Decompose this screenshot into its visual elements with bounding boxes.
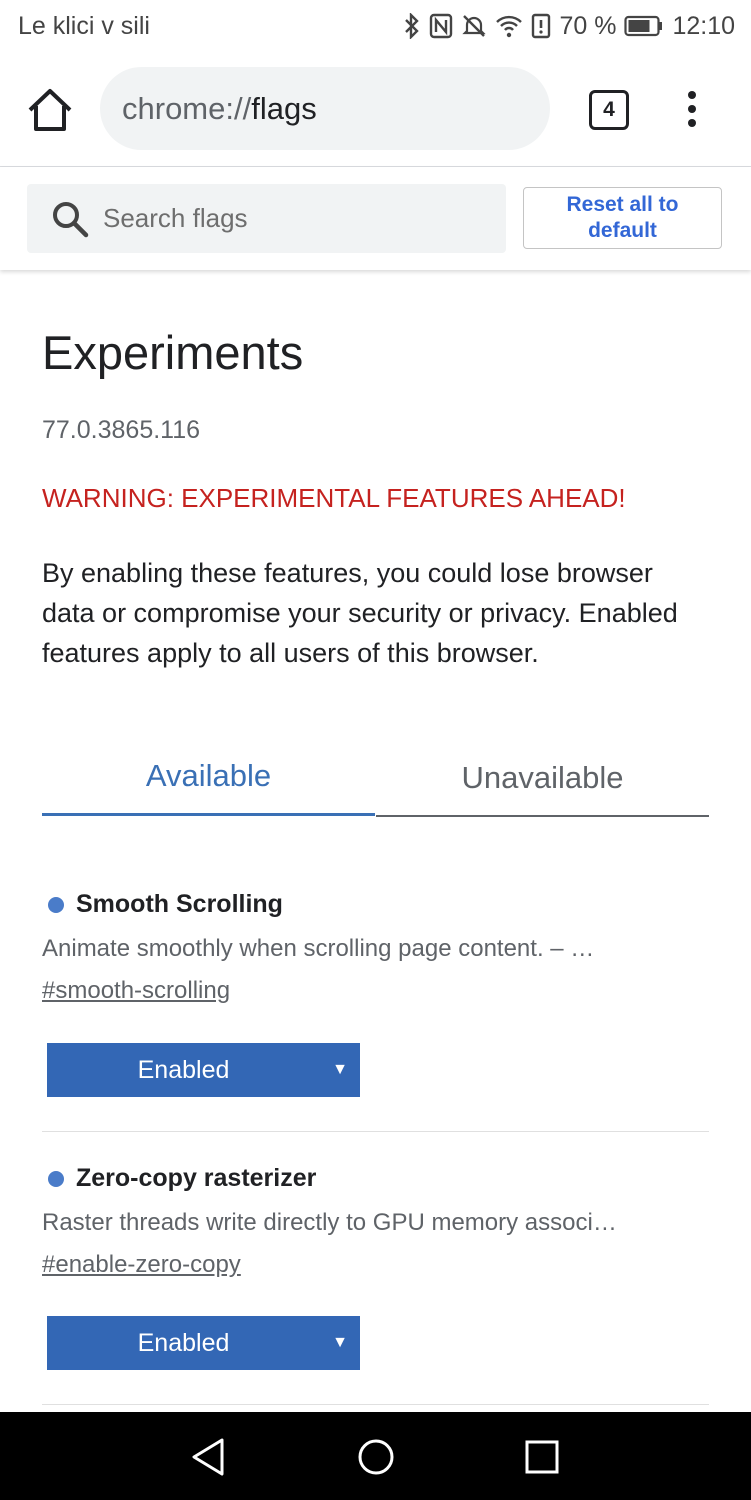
flag-zero-copy-rasterizer: Zero-copy rasterizer Raster threads writ… [42, 1164, 709, 1370]
flag-status-dot [48, 1170, 64, 1187]
home-icon[interactable] [26, 88, 74, 132]
back-icon[interactable] [188, 1436, 230, 1478]
version-label: 77.0.3865.116 [42, 416, 201, 444]
flag-state-select[interactable]: Enabled ▼ [47, 1316, 360, 1370]
bluetooth-icon [405, 13, 420, 39]
system-nav-bar [0, 1412, 751, 1500]
battery-icon [624, 15, 663, 37]
flag-description: Animate smoothly when scrolling page con… [42, 935, 595, 962]
flag-state-value: Enabled [137, 1055, 230, 1084]
nfc-icon [430, 13, 453, 39]
flag-name-row: Zero-copy rasterizer [42, 1164, 709, 1193]
flag-status-dot [48, 896, 64, 913]
flag-name: Zero-copy rasterizer [76, 1164, 317, 1192]
recents-icon[interactable] [521, 1436, 563, 1478]
more-vert-icon[interactable] [680, 89, 704, 129]
status-bar: Le klici v sili 70 % 12:10 [0, 0, 751, 52]
url-path: flags [251, 90, 317, 126]
carrier-label: Le klici v sili [18, 11, 150, 40]
omnibox[interactable]: chrome://flags [100, 67, 550, 150]
flag-smooth-scrolling: Smooth Scrolling Animate smoothly when s… [42, 890, 709, 1097]
flag-state-value: Enabled [137, 1328, 230, 1357]
dropdown-arrow-icon: ▼ [332, 1061, 348, 1078]
dropdown-arrow-icon: ▼ [332, 1334, 348, 1351]
page-title: Experiments [42, 326, 304, 379]
tab-unavailable[interactable]: Unavailable [376, 740, 709, 817]
tab-switcher-button[interactable]: 4 [589, 90, 629, 130]
tab-available[interactable]: Available [42, 738, 375, 816]
alert-icon [532, 13, 551, 39]
flag-anchor-link[interactable]: #enable-zero-copy [42, 1251, 241, 1279]
url-scheme: chrome:// [122, 90, 252, 126]
search-input[interactable] [101, 202, 485, 235]
clock: 12:10 [672, 11, 735, 40]
browser-toolbar: chrome://flags 4 [0, 52, 751, 167]
flag-anchor-link[interactable]: #smooth-scrolling [42, 977, 230, 1005]
tab-bar: Available Unavailable [42, 740, 709, 817]
status-icons: 70 % 12:10 [403, 12, 735, 41]
search-icon [53, 201, 89, 237]
divider [42, 1131, 709, 1132]
flag-description: Raster threads write directly to GPU mem… [42, 1209, 617, 1236]
flag-state-select[interactable]: Enabled ▼ [47, 1043, 360, 1097]
warning-text: WARNING: EXPERIMENTAL FEATURES AHEAD! [42, 483, 626, 513]
home-nav-icon[interactable] [355, 1436, 397, 1478]
divider [42, 1404, 709, 1405]
flags-search-bar: Reset all to default [0, 167, 751, 270]
wifi-icon [496, 15, 523, 38]
flag-name-row: Smooth Scrolling [42, 890, 709, 919]
mute-icon [462, 15, 487, 37]
flag-name: Smooth Scrolling [76, 890, 283, 918]
battery-percent: 70 % [559, 11, 617, 40]
search-box[interactable] [27, 184, 506, 253]
reset-all-button[interactable]: Reset all to default [523, 187, 722, 249]
intro-text: By enabling these features, you could lo… [42, 558, 678, 668]
